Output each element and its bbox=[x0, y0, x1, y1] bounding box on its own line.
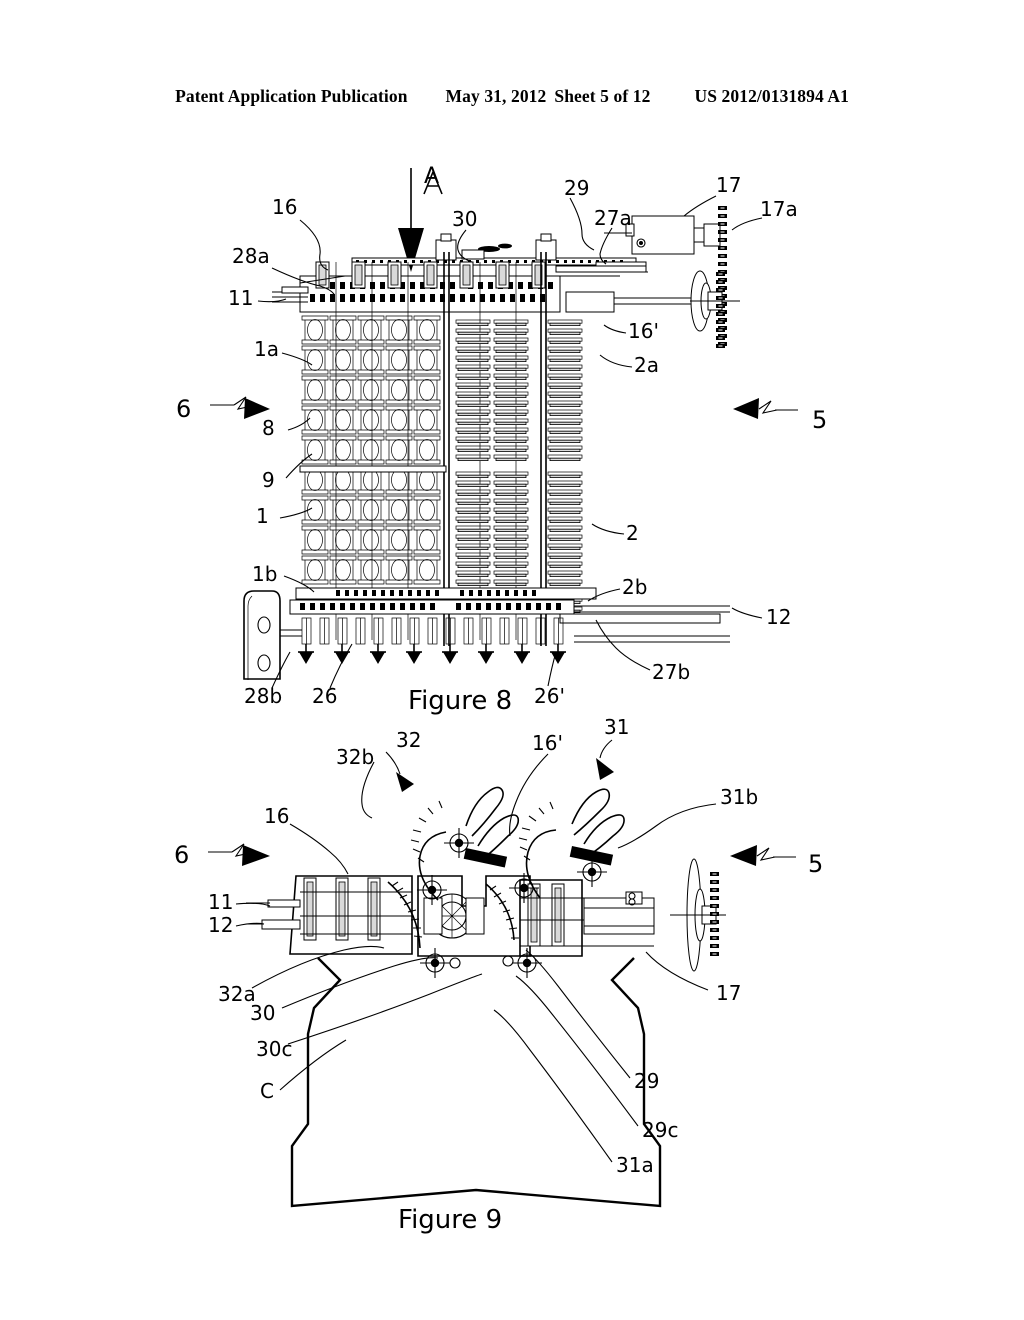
patent-drawing-page: Patent Application Publication May 31, 2… bbox=[0, 0, 1024, 1320]
ref-numeral-28b: 28b bbox=[244, 684, 283, 708]
ref-numeral-6: 6 bbox=[176, 395, 192, 423]
upper-needle-bed bbox=[272, 261, 561, 313]
ref-numeral-26: 26 bbox=[312, 684, 338, 708]
ref-numeral-31b: 31b bbox=[720, 785, 759, 809]
swing-arm-left-32 bbox=[410, 786, 520, 906]
ref-numeral-28a: 28a bbox=[232, 244, 270, 268]
ref-numeral-30c: 30c bbox=[256, 1037, 293, 1061]
ref-numeral-16-prime-fig9: 16' bbox=[532, 731, 563, 755]
ref-numeral-17: 17 bbox=[716, 173, 742, 197]
ref-numeral-29-fig9: 29 bbox=[634, 1069, 660, 1093]
ref-numeral-11: 11 bbox=[228, 286, 254, 310]
roller-cluster-left bbox=[246, 875, 423, 955]
ref-numeral-30-fig9: 30 bbox=[250, 1001, 276, 1025]
ref-numeral-c: C bbox=[260, 1079, 274, 1103]
bobbin-matrix bbox=[299, 315, 447, 585]
ref-numeral-5-fig9: 5 bbox=[808, 850, 824, 878]
ref-numeral-29: 29 bbox=[564, 176, 590, 200]
section-arrow-label-a: A bbox=[424, 164, 440, 189]
drawing-canvas bbox=[208, 168, 798, 1208]
ref-numeral-1: 1 bbox=[256, 504, 269, 528]
ref-numeral-27a: 27a bbox=[594, 206, 632, 230]
roller-cluster-right bbox=[519, 858, 726, 972]
ref-numeral-2a: 2a bbox=[634, 353, 659, 377]
figure-8-drawing bbox=[210, 168, 798, 689]
figure-9-caption: Figure 9 bbox=[398, 1205, 503, 1235]
ref-numeral-6-fig9: 6 bbox=[174, 841, 190, 869]
plate-stack-matrix bbox=[455, 319, 583, 613]
figure-9-drawing bbox=[208, 739, 796, 1208]
lower-needle-bed bbox=[289, 587, 730, 664]
ref-numeral-8: 8 bbox=[262, 416, 275, 440]
ref-numeral-30: 30 bbox=[452, 207, 478, 231]
ref-numeral-29c: 29c bbox=[642, 1118, 679, 1142]
view-marker-5-fig9 bbox=[730, 845, 796, 866]
ref-numeral-2: 2 bbox=[626, 521, 639, 545]
ref-numeral-9: 9 bbox=[262, 468, 275, 492]
ref-numeral-26-prime: 26' bbox=[534, 684, 565, 708]
figure-8-caption: Figure 8 bbox=[408, 686, 513, 716]
ref-numeral-12: 12 bbox=[766, 605, 792, 629]
ref-numeral-31a: 31a bbox=[616, 1153, 654, 1177]
ref-numeral-17a: 17a bbox=[760, 197, 798, 221]
ref-numeral-27b: 27b bbox=[652, 660, 691, 684]
ref-numeral-16: 16 bbox=[272, 195, 298, 219]
shoulder-pivots bbox=[419, 947, 543, 979]
ref-numeral-16-prime: 16' bbox=[628, 319, 659, 343]
ref-numeral-32b: 32b bbox=[336, 745, 375, 769]
view-marker-6-fig9 bbox=[208, 843, 270, 866]
ref-numeral-31: 31 bbox=[604, 715, 630, 739]
ref-numeral-1a: 1a bbox=[254, 337, 279, 361]
view-marker-5-fig8 bbox=[733, 398, 798, 419]
ref-numeral-12-fig9: 12 bbox=[208, 913, 234, 937]
ref-numeral-11-fig9: 11 bbox=[208, 890, 234, 914]
view-marker-6-fig8 bbox=[210, 396, 270, 419]
ref-numeral-32: 32 bbox=[396, 728, 422, 752]
ref-numeral-1b: 1b bbox=[252, 562, 278, 586]
swing-arm-right-31 bbox=[508, 788, 625, 904]
ref-numeral-2b: 2b bbox=[622, 575, 648, 599]
ref-numeral-17-fig9: 17 bbox=[716, 981, 742, 1005]
ref-numeral-5: 5 bbox=[812, 406, 828, 434]
ref-numeral-16-fig9: 16 bbox=[264, 804, 290, 828]
